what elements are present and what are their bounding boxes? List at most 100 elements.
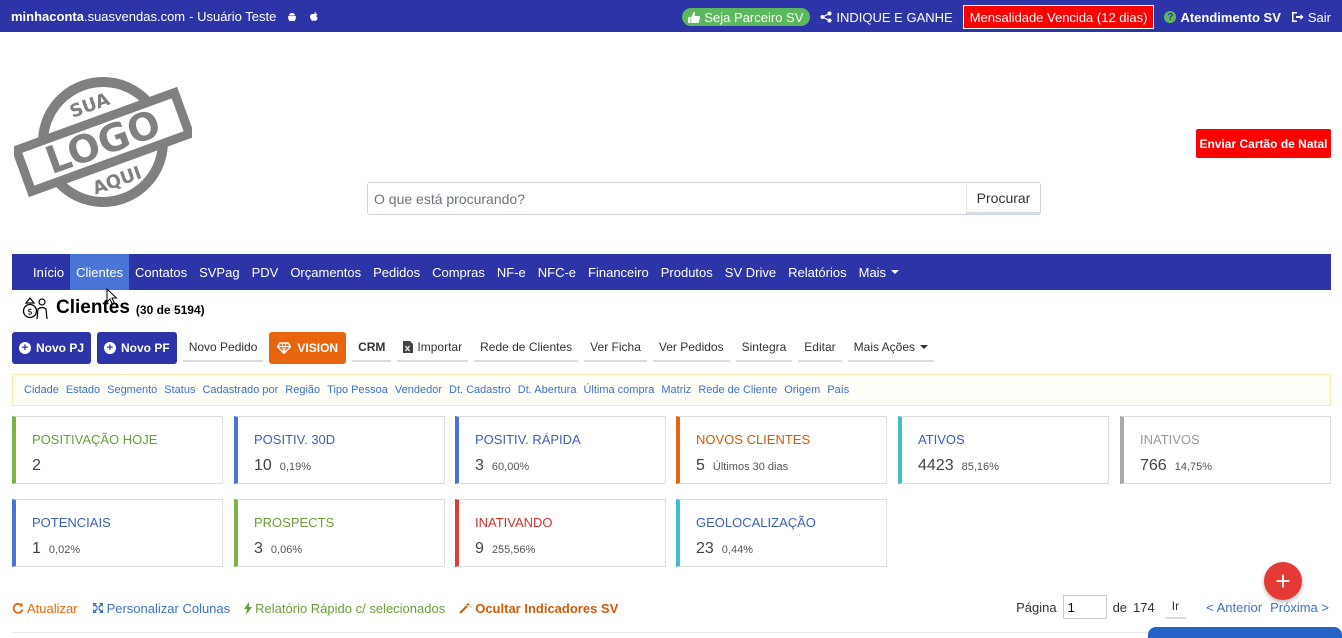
more-actions-dropdown[interactable]: Mais Ações [847,334,935,362]
partner-label: Seja Parceiro SV [704,9,804,25]
indicator-label: ATIVOS [918,432,965,447]
expand-arrows-icon [92,603,103,613]
new-pf-button[interactable]: + Novo PF [97,332,177,364]
indicator-sub: 0,19% [279,461,311,473]
chat-widget-tab[interactable] [1148,627,1342,638]
filter-matriz[interactable]: Matriz [661,384,691,396]
question-icon: ? [1164,11,1177,23]
indicator-card[interactable]: NOVOS CLIENTES 5 Últimos 30 dias [676,416,887,484]
support-link[interactable]: ? Atendimento SV [1164,10,1281,25]
indicator-sub: 0,44% [721,544,753,556]
filter-segmento[interactable]: Segmento [107,384,157,396]
caret-down-icon [891,270,900,274]
account-domain[interactable]: minhaconta.suasvendas.com [11,9,185,24]
filter-estado[interactable]: Estado [66,384,100,396]
filter-rede-cliente[interactable]: Rede de Cliente [698,384,777,396]
client-network-button[interactable]: Rede de Clientes [474,334,579,362]
company-logo[interactable]: LOGO SUA AQUI [14,72,192,212]
indicator-number: 1 [32,540,41,557]
hide-indicators-link[interactable]: Ocultar Indicadores SV [459,601,618,616]
indicator-number: 4423 [918,457,954,474]
plus-icon: + [1275,565,1291,596]
indicator-card[interactable]: POSITIVAÇÃO HOJE 2 [12,416,223,484]
user-name: - Usuário Teste [189,9,277,24]
filter-origem[interactable]: Origem [784,384,820,396]
filter-pais[interactable]: País [827,384,849,396]
nav-inicio[interactable]: Início [27,254,70,290]
customize-columns-link[interactable]: Personalizar Colunas [92,601,230,616]
indicator-card[interactable]: POSITIV. RÁPIDA 3 60,00% [455,416,666,484]
filter-regiao[interactable]: Região [285,384,320,396]
page-header: $ Clientes (30 de 5194) [22,296,205,320]
new-order-button[interactable]: Novo Pedido [182,334,264,362]
record-count: (30 de 5194) [135,302,205,317]
indicator-card[interactable]: ATIVOS 4423 85,16% [898,416,1109,484]
filter-bar: Cidade Estado Segmento Status Cadastrado… [12,374,1331,406]
nav-clientes[interactable]: Clientes [70,254,130,290]
partner-button[interactable]: Seja Parceiro SV [682,8,811,26]
nav-svpag[interactable]: SVPag [193,254,245,290]
indicator-card[interactable]: POTENCIAIS 1 0,02% [12,499,223,567]
filter-vendedor[interactable]: Vendedor [395,384,442,396]
quick-report-link[interactable]: Relatório Rápido c/ selecionados [244,601,445,616]
nav-sv-drive[interactable]: SV Drive [719,254,782,290]
refresh-icon [12,602,24,614]
indicator-card[interactable]: PROSPECTS 3 0,06% [234,499,445,567]
nav-produtos[interactable]: Produtos [655,254,719,290]
pagination: Página de 174 Ir < Anterior Próxima > [1016,595,1329,619]
previous-page-link[interactable]: < Anterior [1206,600,1262,615]
indicator-sub: 85,16% [961,461,999,473]
indicator-card[interactable]: GEOLOCALIZAÇÃO 23 0,44% [676,499,887,567]
more-actions-label: Mais Ações [853,340,916,354]
nav-relatorios[interactable]: Relatórios [782,254,853,290]
import-button[interactable]: Importar [397,334,469,362]
view-record-button[interactable]: Ver Ficha [584,334,647,362]
filter-tipo-pessoa[interactable]: Tipo Pessoa [327,384,388,396]
logout-link[interactable]: Sair [1291,10,1331,25]
overdue-alert[interactable]: Mensalidade Vencida (12 dias) [962,5,1155,29]
search-button[interactable]: Procurar [966,183,1040,214]
refresh-link[interactable]: Atualizar [12,601,78,616]
search-input[interactable] [368,183,966,214]
nav-orcamentos[interactable]: Orçamentos [284,254,367,290]
nav-compras[interactable]: Compras [426,254,491,290]
nav-nfe[interactable]: NF-e [491,254,532,290]
indicator-number: 3 [254,540,263,557]
new-pj-label: Novo PJ [36,341,85,355]
edit-button[interactable]: Editar [798,334,842,362]
nav-pedidos[interactable]: Pedidos [367,254,426,290]
plus-circle-icon: + [104,342,117,354]
nav-contatos[interactable]: Contatos [129,254,193,290]
view-orders-button[interactable]: Ver Pedidos [652,334,730,362]
sign-out-icon [1291,12,1304,22]
filter-status[interactable]: Status [164,384,195,396]
next-page-link[interactable]: Próxima > [1270,600,1329,615]
filter-dt-abertura[interactable]: Dt. Abertura [518,384,577,396]
total-pages: 174 [1133,599,1155,615]
indicator-card[interactable]: POSITIV. 30D 10 0,19% [234,416,445,484]
filter-cidade[interactable]: Cidade [24,384,59,396]
filter-dt-cadastro[interactable]: Dt. Cadastro [449,384,511,396]
new-pj-button[interactable]: + Novo PJ [12,332,92,364]
indicator-value: 3 60,00% [475,457,529,475]
indicator-sub: 14,75% [1174,461,1213,473]
apple-icon[interactable] [308,11,320,23]
refer-link[interactable]: INDIQUE E GANHE [820,10,953,25]
sintegra-button[interactable]: Sintegra [735,334,793,362]
table-toolbar: Atualizar Personalizar Colunas Relatório… [12,598,632,618]
nav-nfce[interactable]: NFC-e [532,254,582,290]
filter-cadastrado-por[interactable]: Cadastrado por [202,384,278,396]
android-icon[interactable] [286,11,298,23]
go-button[interactable]: Ir [1164,595,1187,619]
indicator-card[interactable]: INATIVANDO 9 255,56% [455,499,666,567]
indicator-value: 23 0,44% [696,540,753,558]
vision-button[interactable]: VISION [269,332,347,364]
send-christmas-card-button[interactable]: Enviar Cartão de Natal [1196,129,1331,158]
crm-button[interactable]: CRM [352,334,392,362]
filter-ultima-compra[interactable]: Última compra [583,384,654,396]
page-number-input[interactable] [1062,595,1107,619]
nav-mais[interactable]: Mais [853,254,905,290]
nav-financeiro[interactable]: Financeiro [582,254,655,290]
nav-pdv[interactable]: PDV [246,254,285,290]
indicator-card[interactable]: INATIVOS 766 14,75% [1120,416,1331,484]
